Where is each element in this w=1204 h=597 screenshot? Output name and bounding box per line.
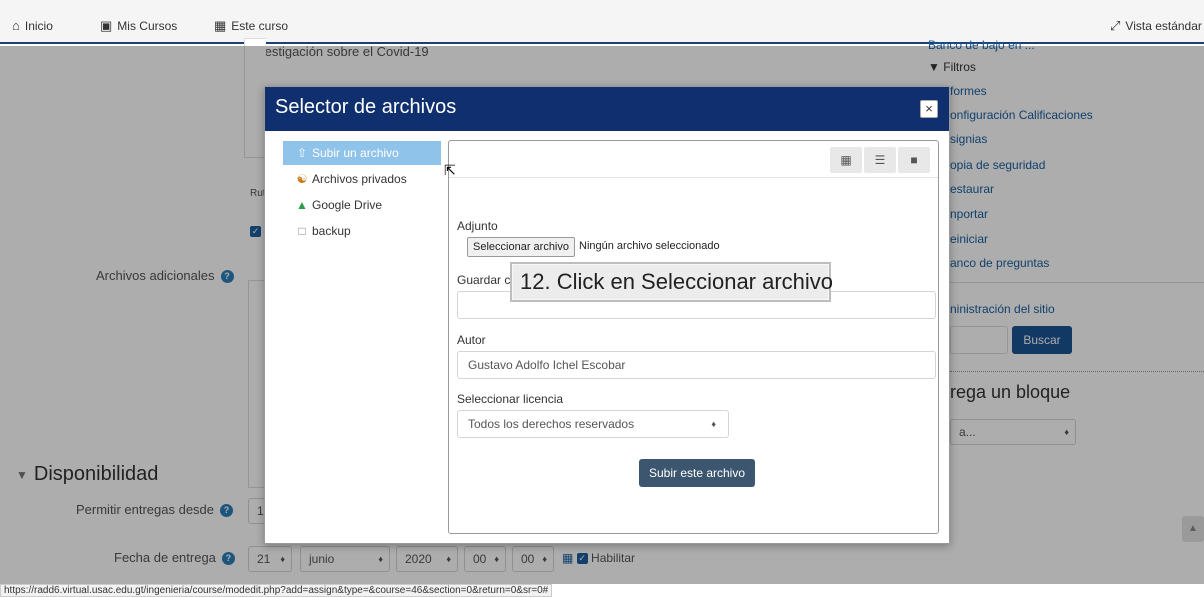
expand-icon: ⤢ xyxy=(1110,18,1121,33)
list-view-icon[interactable]: ☰ xyxy=(864,147,896,173)
nav-view-label: Vista estándar xyxy=(1125,19,1202,33)
nav-home[interactable]: ⌂ Inicio xyxy=(12,18,53,33)
mouse-cursor-icon: ⇱ xyxy=(444,162,456,178)
nav-this-course[interactable]: ▦ Este curso xyxy=(214,18,288,34)
close-button[interactable]: × xyxy=(920,100,938,118)
toolbar-divider xyxy=(449,177,938,178)
briefcase-icon: ▣ xyxy=(100,18,113,33)
status-bar-url: https://radd6.virtual.usac.edu.gt/ingeni… xyxy=(0,584,553,597)
nav-this-course-label: Este curso xyxy=(231,19,288,33)
folder-view-icon[interactable]: ■ xyxy=(898,147,930,173)
nav-my-courses[interactable]: ▣ Mis Cursos xyxy=(100,18,177,34)
file-picker-dialog: Selector de archivos × ⇧ Subir un archivo… xyxy=(264,86,950,544)
attachment-label: Adjunto xyxy=(457,219,498,233)
repo-google-drive[interactable]: ▲ Google Drive xyxy=(283,193,441,217)
select-arrow-icon: ♦ xyxy=(711,419,716,429)
home-icon: ⌂ xyxy=(12,18,20,33)
google-drive-icon: ▲ xyxy=(296,198,308,212)
author-label: Autor xyxy=(457,333,486,347)
no-file-text: Ningún archivo seleccionado xyxy=(579,240,720,252)
repo-private-label: Archivos privados xyxy=(312,172,407,186)
nav-home-label: Inicio xyxy=(24,18,53,33)
repo-upload-label: Subir un archivo xyxy=(312,146,399,160)
folder-icon: □ xyxy=(298,224,306,238)
save-as-label: Guardar co xyxy=(457,273,518,287)
license-select[interactable]: Todos los derechos reservados ♦ xyxy=(457,410,729,438)
author-input[interactable]: Gustavo Adolfo Ichel Escobar xyxy=(457,351,936,379)
tutorial-callout: 12. Click en Seleccionar archivo xyxy=(510,262,833,302)
repository-list: ⇧ Subir un archivo ☯ Archivos privados ▲ Go… xyxy=(283,141,441,245)
grid-view-icon[interactable]: ▦ xyxy=(830,147,862,173)
dialog-header: Selector de archivos × xyxy=(265,87,949,131)
license-value: Todos los derechos reservados xyxy=(468,417,635,431)
license-label: Seleccionar licencia xyxy=(457,392,564,406)
choose-file-button[interactable]: Seleccionar archivo xyxy=(467,237,575,257)
view-toolbar: ▦ ☰ ■ xyxy=(830,147,930,173)
repo-private-files[interactable]: ☯ Archivos privados xyxy=(283,167,441,191)
nav-my-courses-label: Mis Cursos xyxy=(117,19,178,33)
dialog-title: Selector de archivos xyxy=(275,96,457,118)
repo-backup[interactable]: □ backup xyxy=(283,219,441,243)
upload-icon: ⇧ xyxy=(296,146,308,160)
repo-upload[interactable]: ⇧ Subir un archivo xyxy=(283,141,441,165)
upload-panel: ▦ ☰ ■ Adjunto Seleccionar archivo Ningún… xyxy=(448,140,939,534)
repo-drive-label: Google Drive xyxy=(312,198,383,212)
nav-view-standard[interactable]: ⤢ Vista estándar xyxy=(1110,18,1202,34)
sitemap-icon: ▦ xyxy=(214,18,227,33)
repo-backup-label: backup xyxy=(312,224,351,238)
upload-file-button[interactable]: Subir este archivo xyxy=(639,459,755,487)
private-files-icon: ☯ xyxy=(296,172,308,186)
